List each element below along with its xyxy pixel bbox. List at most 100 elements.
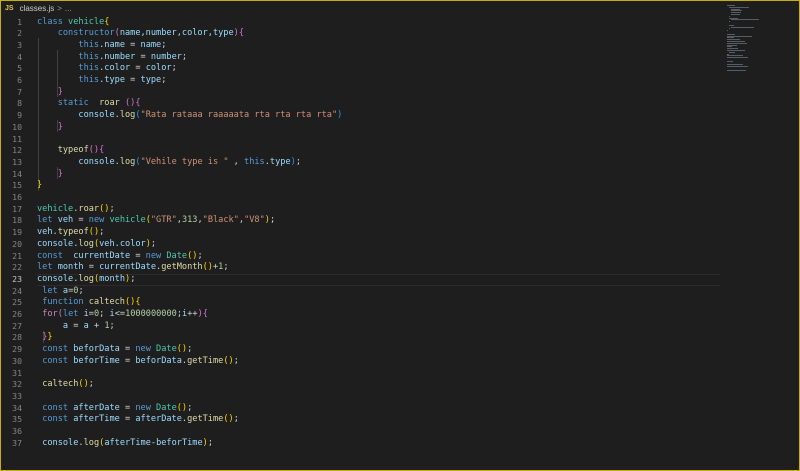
code-token: = (83, 262, 100, 273)
code-editor[interactable]: 1 class vehicle{2 constructor(name,number… (1, 15, 799, 470)
code-line[interactable]: 20 console.log(veh.color); (1, 239, 721, 251)
code-token: this (78, 75, 100, 85)
code-line[interactable]: 32 caltech(); (1, 379, 721, 391)
line-number: 19 (12, 227, 22, 238)
line-number: 36 (12, 426, 22, 436)
code-line[interactable]: 26 for(let i=0; i<=1000000000;i++){ (1, 309, 721, 321)
code-token: = (130, 250, 146, 261)
line-number: 25 (12, 297, 22, 308)
code-token: beforData (135, 355, 182, 366)
code-line[interactable]: 14 } (1, 169, 721, 181)
line-number: 10 (12, 121, 22, 132)
code-text: this.type = type; (37, 75, 166, 87)
code-line[interactable]: 19 veh.typeof(); (1, 227, 721, 239)
code-line[interactable]: 4 this.number = number; (1, 52, 721, 64)
code-token: () (187, 250, 198, 261)
breadcrumb-file[interactable]: classes.js (20, 4, 55, 13)
code-line[interactable]: 21 const currentDate = new Date(); (1, 251, 721, 263)
code-line[interactable]: 8 static roar (){ (1, 98, 721, 110)
code-text: console.log("Vehile type is " , this.typ… (37, 157, 301, 169)
code-token: ; (88, 379, 94, 390)
code-text: constructor(name,number,color,type){ (37, 28, 244, 40)
code-token: const (42, 344, 74, 355)
code-token: function (42, 297, 89, 308)
code-line[interactable]: 13 console.log("Vehile type is " , this.… (1, 157, 721, 169)
code-line[interactable]: 35 const afterTime = afterDate.getTime()… (1, 414, 721, 426)
code-line[interactable]: 25 function caltech(){ (1, 297, 721, 309)
code-text: vehicle.roar(); (37, 204, 115, 216)
line-number: 14 (12, 168, 22, 179)
code-line[interactable]: 2 constructor(name,number,color,type){ (1, 28, 721, 40)
code-line[interactable]: 37 console.log(afterTime-beforTime); (1, 438, 721, 450)
minimap[interactable] (727, 5, 767, 75)
code-line[interactable]: 15} (1, 180, 721, 192)
code-line[interactable]: 1 class vehicle{ (1, 17, 721, 29)
code-line[interactable]: 24 let a=0; (1, 286, 721, 298)
line-number: 15 (12, 180, 22, 191)
code-line[interactable]: 16 (1, 192, 721, 204)
code-token: () (99, 203, 110, 214)
code-line[interactable]: 3 this.name = name; (1, 40, 721, 52)
code-line[interactable]: 7 } (1, 87, 721, 99)
line-number: 30 (12, 355, 22, 366)
code-token: log (119, 156, 136, 167)
breadcrumb: JS classes.js > ... (1, 1, 799, 15)
code-token: { (202, 309, 208, 319)
code-line[interactable]: 27 a = a + 1; (1, 321, 721, 333)
code-token: ; (130, 273, 136, 284)
code-line[interactable]: 17 vehicle.roar(); (1, 204, 721, 216)
code-line[interactable]: 23 console.log(month); (1, 274, 721, 286)
code-line[interactable]: 29 const beforData = new Date(); (1, 344, 721, 356)
code-line[interactable]: 6 this.type = type; (1, 75, 721, 87)
code-token: veh (99, 238, 115, 249)
code-token: number (150, 51, 182, 62)
code-text: class vehicle{ (37, 17, 109, 29)
code-line[interactable]: 5 this.color = color; (1, 63, 721, 75)
code-text: const beforTime = beforData.getTime(); (37, 356, 239, 368)
line-number: 11 (12, 133, 22, 144)
vertical-scrollbar[interactable] (785, 15, 799, 470)
code-line[interactable]: 28 }} (1, 332, 721, 344)
line-number: 21 (12, 250, 22, 261)
code-token: ; (197, 250, 203, 261)
code-line[interactable]: 11 (1, 134, 721, 146)
minimap-line (727, 66, 749, 68)
code-line[interactable]: 34 const afterDate = new Date(); (1, 403, 721, 415)
line-number: 12 (12, 145, 22, 156)
code-line[interactable]: 10 } (1, 122, 721, 134)
code-token: log (78, 238, 94, 249)
code-line[interactable]: 9 console.log("Rata rataaa raaaaata rta … (1, 110, 721, 122)
code-token: vehicle (68, 16, 105, 27)
code-token: veh (37, 227, 53, 238)
code-token: 313 (181, 215, 198, 226)
code-token: = (119, 344, 136, 355)
code-line[interactable]: 31 (1, 368, 721, 380)
code-text: veh.typeof(); (37, 227, 104, 239)
code-token: this (244, 156, 265, 167)
code-token: 1000000000 (125, 309, 177, 319)
code-line[interactable]: 22 let month = currentDate.getMonth()+1; (1, 262, 721, 274)
code-line[interactable]: 30 const beforTime = beforData.getTime()… (1, 356, 721, 368)
code-line[interactable]: 12 typeof(){ (1, 145, 721, 157)
breadcrumb-symbol[interactable]: ... (65, 4, 72, 13)
code-token: currentDate (99, 262, 157, 273)
code-token: = (73, 215, 89, 226)
line-number: 13 (12, 156, 22, 167)
code-line[interactable]: 33 (1, 391, 721, 403)
line-number: 31 (12, 367, 22, 378)
code-token: = (135, 51, 151, 62)
code-token: <= (114, 309, 126, 319)
code-line[interactable]: 18 let veh = new vehicle("GTR",313,"Black… (1, 215, 721, 227)
code-token: caltech (42, 379, 79, 390)
code-text: const beforData = new Date(); (37, 344, 192, 356)
code-token: ; (171, 63, 177, 74)
code-text: this.name = name; (37, 40, 166, 52)
code-text: let veh = new vehicle("GTR",313,"Black",… (37, 215, 275, 227)
code-line[interactable]: 36 (1, 426, 721, 438)
code-token: afterDate (73, 402, 120, 413)
code-token: let (42, 285, 63, 296)
